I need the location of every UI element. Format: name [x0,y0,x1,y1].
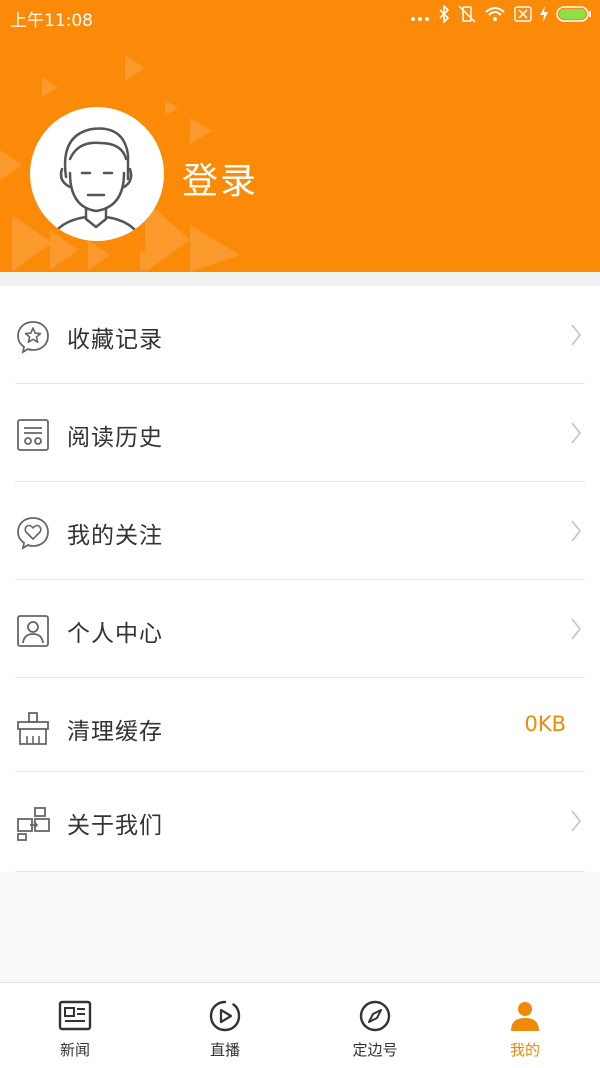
tab-label: 定边号 [352,1041,398,1059]
compass-icon [359,1000,391,1032]
bluetooth-icon [438,4,450,28]
menu-list: 收藏记录 阅读历史 我的关注 个人中心 清理缓存 0KB 关于我们 [0,286,600,872]
status-time: 上午11:08 [10,11,93,31]
history-icon [15,417,51,453]
menu-item-about[interactable]: 关于我们 [0,772,600,872]
avatar-person-icon [48,127,144,241]
sim-off-icon [514,6,532,27]
menu-item-label: 收藏记录 [67,327,163,353]
about-icon [15,805,51,841]
news-icon [58,1000,92,1031]
menu-item-label: 我的关注 [67,523,163,549]
menu-item-following[interactable]: 我的关注 [0,482,600,580]
login-label[interactable]: 登录 [182,152,258,204]
menu-item-history[interactable]: 阅读历史 [0,384,600,482]
play-icon [209,1000,241,1032]
section-spacer [0,272,600,286]
menu-item-label: 阅读历史 [67,425,163,451]
tab-live[interactable]: 直播 [150,983,300,1068]
chevron-right-icon [570,323,582,347]
person-icon [511,1002,539,1031]
menu-item-label: 关于我们 [67,813,163,839]
star-chat-icon [15,319,51,355]
tab-label: 直播 [209,1041,240,1059]
menu-item-favorites[interactable]: 收藏记录 [0,286,600,384]
tab-bar: 新闻 直播 定边号 我的 [0,982,600,1068]
profile-header: 上午11:08 登录 [0,0,600,272]
menu-item-label: 清理缓存 [67,719,163,745]
charging-icon [540,6,548,27]
menu-item-clear-cache[interactable]: 清理缓存 0KB [0,678,600,772]
tab-label: 我的 [509,1041,540,1059]
tab-news[interactable]: 新闻 [0,983,150,1068]
status-bar: 上午11:08 [0,0,600,32]
cache-size-value: 0KB [524,712,566,736]
battery-icon [556,6,592,27]
wifi-icon [484,6,506,27]
chevron-right-icon [570,809,582,833]
menu-item-profile[interactable]: 个人中心 [0,580,600,678]
empty-area [0,876,600,982]
chevron-right-icon [570,421,582,445]
tab-dingbian[interactable]: 定边号 [300,983,450,1068]
tab-label: 新闻 [59,1041,90,1059]
broom-icon [15,711,51,747]
menu-item-label: 个人中心 [67,621,163,647]
tab-mine[interactable]: 我的 [450,983,600,1068]
heart-chat-icon [15,515,51,551]
vibrate-off-icon [458,5,476,28]
chevron-right-icon [570,617,582,641]
avatar[interactable] [30,107,164,241]
divider [15,871,585,872]
chevron-right-icon [570,519,582,543]
signal-dots-icon [410,7,430,27]
person-card-icon [15,613,51,649]
